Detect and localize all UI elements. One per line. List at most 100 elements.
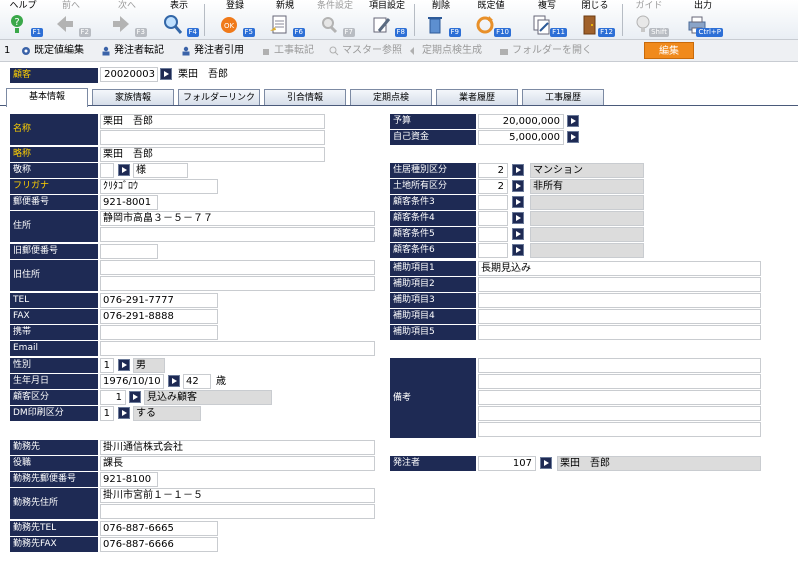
order-ref-button[interactable]: 発注者引用 [180, 43, 244, 59]
show-button[interactable]: 表示 F4 [156, 1, 202, 39]
refresh-icon [476, 16, 494, 34]
aux-item-4-field[interactable] [478, 309, 761, 324]
register-button[interactable]: 登録 OK F5 [212, 1, 258, 39]
customer-condition-5-lookup-button[interactable] [512, 228, 524, 240]
main-toolbar: ヘルプ ? F1 前へ F2 次へ F3 表示 F4 登録 OK F5 新規 F… [0, 0, 798, 40]
tab-periodic-check[interactable]: 定期点検 [350, 89, 432, 106]
memo-line-3[interactable] [478, 390, 761, 405]
kana-field[interactable]: ｸﾘﾀｺﾞﾛｳ [100, 179, 218, 194]
old-zip-label: 旧郵便番号 [10, 244, 98, 259]
person-icon [182, 46, 190, 56]
own-funds-button[interactable] [567, 131, 579, 143]
condition-setting-button[interactable]: 条件設定 F7 [312, 1, 358, 39]
dm-print-lookup-button[interactable] [118, 407, 130, 419]
open-folder-button[interactable]: フォルダーを開く [498, 43, 592, 59]
aux-item-1-field[interactable]: 長期見込み [478, 261, 761, 276]
budget-field[interactable]: 20,000,000 [478, 114, 564, 129]
customer-condition-3-lookup-button[interactable] [512, 196, 524, 208]
fax-field[interactable]: 076-291-8888 [100, 309, 218, 324]
customer-condition-4-lookup-button[interactable] [512, 212, 524, 224]
housing-type-code-field[interactable]: 2 [478, 163, 508, 178]
own-funds-field[interactable]: 5,000,000 [478, 130, 564, 145]
help-button[interactable]: ヘルプ ? F1 [0, 1, 46, 39]
work-address-field-2[interactable] [100, 504, 375, 519]
work-tel-field[interactable]: 076-887-6665 [100, 521, 218, 536]
aux-item-3-field[interactable] [478, 293, 761, 308]
customer-type-lookup-button[interactable] [129, 391, 141, 403]
work-copy-button[interactable]: 工事転記 [260, 43, 314, 59]
sex-value-field: 男 [133, 358, 165, 373]
name-field[interactable]: 栗田 吾郎 [100, 114, 325, 129]
orderer-lookup-button[interactable] [540, 457, 552, 469]
work-fax-field[interactable]: 076-887-6666 [100, 537, 218, 552]
birth-calendar-button[interactable] [168, 375, 180, 387]
edit-mode-badge: 編集 [644, 42, 694, 59]
housing-type-lookup-button[interactable] [512, 164, 524, 176]
close-button[interactable]: 閉じる F12 [572, 1, 618, 39]
land-ownership-code-field[interactable]: 2 [478, 179, 508, 194]
periodic-generate-button[interactable]: 定期点検生成 [408, 43, 482, 59]
sex-lookup-button[interactable] [118, 359, 130, 371]
memo-line-5[interactable] [478, 422, 761, 437]
aux-item-2-field[interactable] [478, 277, 761, 292]
item-setting-button[interactable]: 項目設定 F8 [364, 1, 410, 39]
prev-button[interactable]: 前へ F2 [48, 1, 94, 39]
memo-line-2[interactable] [478, 374, 761, 389]
zip-field[interactable]: 921-8001 [100, 195, 158, 210]
customer-condition-6-lookup-button[interactable] [512, 244, 524, 256]
output-button[interactable]: 出力 Ctrl+P [680, 1, 726, 39]
customer-type-code-field[interactable]: 1 [100, 390, 126, 405]
tab-basic-info[interactable]: 基本情報 [6, 88, 88, 107]
old-address-field[interactable] [100, 260, 375, 275]
orderer-code-field[interactable]: 107 [478, 456, 536, 471]
honorific-lookup-button[interactable] [118, 164, 130, 176]
tab-contractor-history[interactable]: 業者履歴 [436, 89, 518, 106]
memo-line-4[interactable] [478, 406, 761, 421]
customer-condition-5-code-field[interactable] [478, 227, 508, 242]
land-ownership-lookup-button[interactable] [512, 180, 524, 192]
copy-button[interactable]: 複写 F11 [524, 1, 570, 39]
tel-field[interactable]: 076-291-7777 [100, 293, 218, 308]
birth-field[interactable]: 1976/10/10 [100, 374, 164, 389]
default-value-button[interactable]: 既定値 F10 [468, 1, 514, 39]
workplace-field[interactable]: 掛川通信株式会社 [100, 440, 375, 455]
tab-inquiry-info[interactable]: 引合情報 [264, 89, 346, 106]
aux-item-4-label: 補助項目4 [390, 309, 476, 324]
customer-condition-4-code-field[interactable] [478, 211, 508, 226]
work-address-field[interactable]: 掛川市宮前１－１－５ [100, 488, 375, 503]
tel-label: TEL [10, 293, 98, 308]
dm-print-code-field[interactable]: 1 [100, 406, 114, 421]
next-button[interactable]: 次へ F3 [104, 1, 150, 39]
new-button[interactable]: 新規 F6 [262, 1, 308, 39]
short-name-field[interactable]: 栗田 吾郎 [100, 147, 325, 162]
customer-code-field[interactable]: 20020003 [100, 67, 158, 82]
old-address-field-2[interactable] [100, 276, 375, 291]
budget-button[interactable] [567, 115, 579, 127]
tab-folder-link[interactable]: フォルダーリンク [178, 89, 260, 106]
aux-item-5-field[interactable] [478, 325, 761, 340]
honorific-label: 敬称 [10, 163, 98, 178]
old-zip-field[interactable] [100, 244, 158, 259]
default-edit-button[interactable]: 既定値編集 [20, 43, 84, 59]
tab-family-info[interactable]: 家族情報 [92, 89, 174, 106]
customer-condition-3-code-field[interactable] [478, 195, 508, 210]
tab-work-history[interactable]: 工事履歴 [522, 89, 604, 106]
sex-code-field[interactable]: 1 [100, 358, 114, 373]
guide-button[interactable]: ガイド Shift [626, 1, 672, 39]
customer-lookup-button[interactable] [160, 68, 172, 80]
delete-button[interactable]: 削除 F9 [418, 1, 464, 39]
address-field-2[interactable] [100, 227, 375, 242]
memo-line-1[interactable] [478, 358, 761, 373]
honorific-code-field[interactable] [100, 163, 114, 178]
name-field-2[interactable] [100, 130, 325, 145]
name-label: 名称 [10, 114, 98, 145]
mobile-field[interactable] [100, 325, 218, 340]
master-ref-button[interactable]: マスター参照 [328, 43, 402, 59]
work-zip-field[interactable]: 921-8100 [100, 472, 158, 487]
order-copy-button[interactable]: 発注者転記 [100, 43, 164, 59]
toolbar-separator [204, 4, 205, 36]
email-field[interactable] [100, 341, 375, 356]
customer-condition-6-code-field[interactable] [478, 243, 508, 258]
address-field[interactable]: 静岡市高畠３－５－７７ [100, 211, 375, 226]
position-field[interactable]: 課長 [100, 456, 375, 471]
